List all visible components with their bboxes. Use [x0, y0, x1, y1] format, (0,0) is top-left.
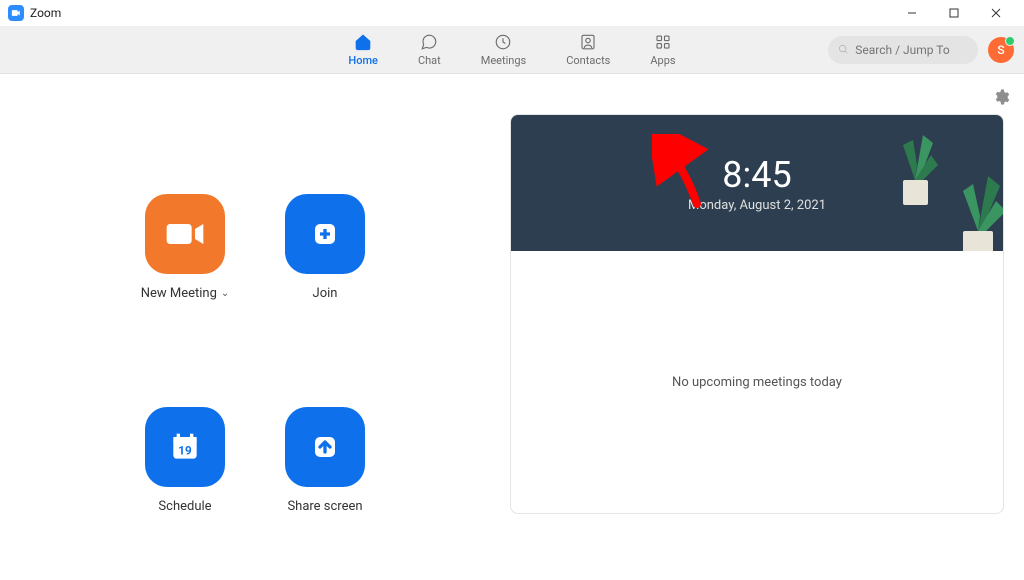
- calendar-icon: 19: [145, 407, 225, 487]
- tab-chat-label: Chat: [418, 54, 441, 67]
- actions-panel: New Meeting ⌄ Join 19 Schedule Share scre…: [0, 74, 510, 580]
- plant-decoration-icon: [938, 166, 1003, 251]
- share-label: Share screen: [287, 499, 362, 514]
- search-input[interactable]: [855, 43, 968, 57]
- share-icon: [285, 407, 365, 487]
- tab-home-label: Home: [348, 54, 378, 67]
- title-bar: Zoom: [0, 0, 1024, 26]
- tab-meetings-label: Meetings: [481, 54, 526, 67]
- svg-text:19: 19: [178, 444, 192, 458]
- share-screen-button[interactable]: Share screen: [255, 407, 395, 580]
- video-icon: [145, 194, 225, 274]
- tab-chat[interactable]: Chat: [414, 28, 445, 71]
- chevron-down-icon[interactable]: ⌄: [221, 288, 229, 299]
- tab-meetings[interactable]: Meetings: [477, 28, 530, 71]
- new-meeting-label: New Meeting: [141, 286, 217, 301]
- schedule-button[interactable]: 19 Schedule: [115, 407, 255, 580]
- time-display: 8:45: [722, 154, 791, 196]
- close-button[interactable]: [984, 1, 1008, 25]
- clock-banner: 8:45 Monday, August 2, 2021: [511, 115, 1003, 251]
- new-meeting-button[interactable]: New Meeting ⌄: [115, 194, 255, 367]
- tab-apps[interactable]: Apps: [646, 28, 679, 71]
- join-button[interactable]: Join: [255, 194, 395, 367]
- date-display: Monday, August 2, 2021: [688, 198, 826, 213]
- calendar-panel: 8:45 Monday, August 2, 2021 No upcoming …: [510, 74, 1024, 580]
- window-title: Zoom: [30, 6, 61, 20]
- zoom-logo-icon: [8, 5, 24, 21]
- tab-contacts-label: Contacts: [566, 54, 610, 67]
- tab-apps-label: Apps: [650, 54, 675, 67]
- search-box[interactable]: [828, 36, 978, 64]
- home-icon: [353, 32, 373, 52]
- plus-icon: [285, 194, 365, 274]
- apps-icon: [653, 32, 673, 52]
- tab-contacts[interactable]: Contacts: [562, 28, 614, 71]
- minimize-button[interactable]: [900, 1, 924, 25]
- tab-home[interactable]: Home: [344, 28, 382, 71]
- join-label: Join: [313, 286, 338, 301]
- settings-button[interactable]: [992, 88, 1010, 110]
- no-meetings-text: No upcoming meetings today: [672, 375, 842, 390]
- clock-icon: [493, 32, 513, 52]
- gear-icon: [992, 88, 1010, 106]
- meetings-card: 8:45 Monday, August 2, 2021 No upcoming …: [510, 114, 1004, 514]
- contacts-icon: [578, 32, 598, 52]
- chat-icon: [419, 32, 439, 52]
- plant-decoration-icon: [883, 125, 943, 205]
- maximize-button[interactable]: [942, 1, 966, 25]
- avatar[interactable]: S: [988, 37, 1014, 63]
- search-icon: [838, 43, 849, 56]
- schedule-label: Schedule: [158, 499, 211, 514]
- nav-bar: Home Chat Meetings Contacts Apps S: [0, 26, 1024, 74]
